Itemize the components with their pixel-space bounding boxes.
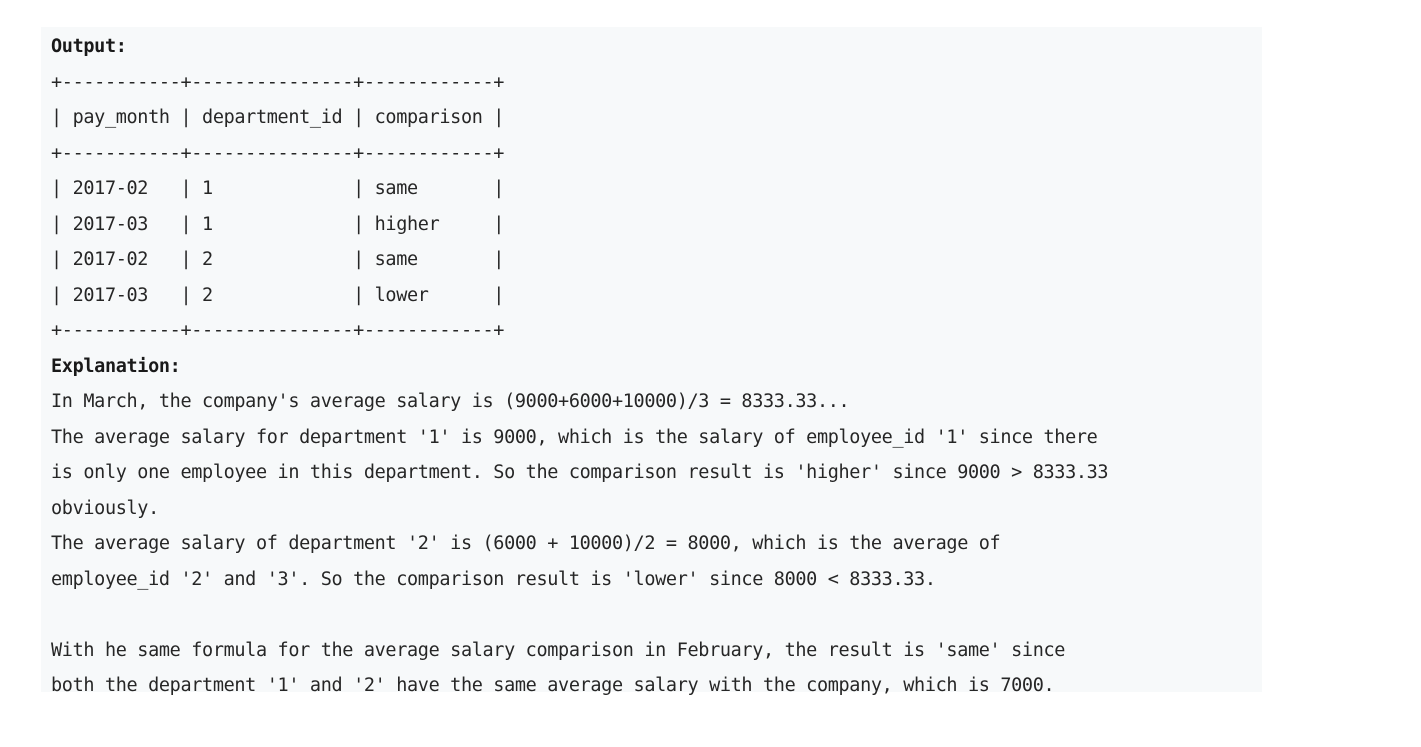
explanation-line: The average salary for department '1' is… <box>51 426 1098 448</box>
explanation-line: With he same formula for the average sal… <box>51 639 1066 661</box>
table-border-header: +-----------+---------------+-----------… <box>51 142 505 164</box>
code-block: Output: +-----------+---------------+---… <box>41 27 1262 696</box>
explanation-line: The average salary of department '2' is … <box>51 533 1001 554</box>
explanation-line: employee_id '2' and '3'. So the comparis… <box>51 568 936 590</box>
explanation-heading: Explanation: <box>51 355 181 377</box>
explanation-line: In March, the company's average salary i… <box>51 391 850 412</box>
explanation-blank-line <box>51 597 1262 633</box>
table-border-top: +-----------+---------------+-----------… <box>51 71 505 93</box>
table-row: | 2017-02 | 2 | same | <box>51 249 505 270</box>
table-row: | 2017-02 | 1 | same | <box>51 178 505 199</box>
output-heading: Output: <box>51 36 127 57</box>
table-row: | 2017-03 | 1 | higher | <box>51 213 505 235</box>
explanation-line: is only one employee in this department.… <box>51 462 1109 483</box>
explanation-line: obviously. <box>51 497 159 519</box>
table-border-bottom: +-----------+---------------+-----------… <box>51 320 505 341</box>
table-row: | 2017-03 | 2 | lower | <box>51 284 505 306</box>
table-header-row: | pay_month | department_id | comparison… <box>51 107 505 128</box>
explanation-line: both the department '1' and '2' have the… <box>51 675 1055 696</box>
